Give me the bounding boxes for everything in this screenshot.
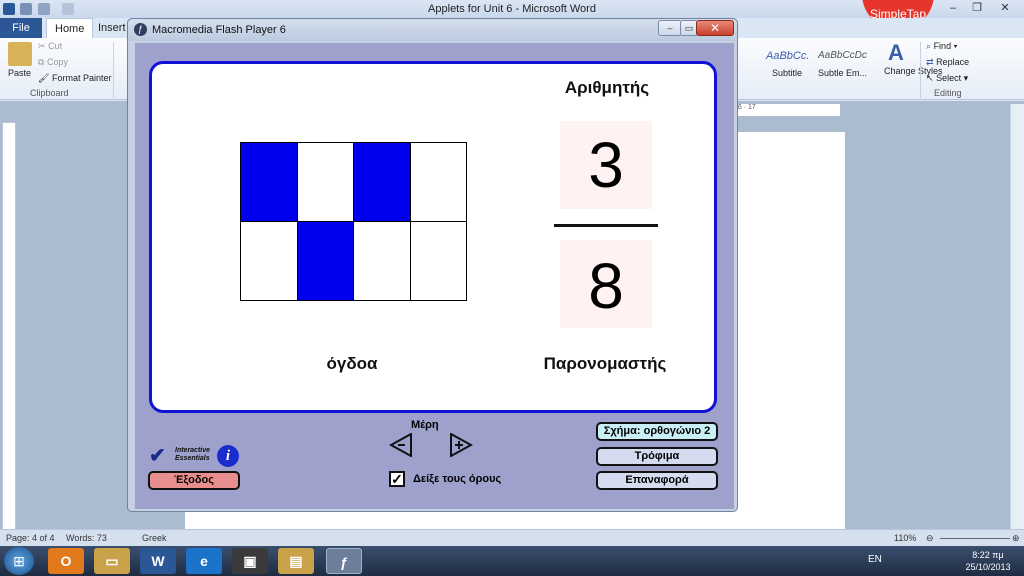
style-subtle-label: Subtle Em... — [818, 68, 868, 78]
brush-icon: 🖌 — [38, 73, 50, 83]
flash-player-window[interactable]: ƒ Macromedia Flash Player 6 – ▭ ✕ Αριθμη… — [127, 18, 738, 512]
zoom-in-icon[interactable]: ⊕ — [1012, 533, 1020, 544]
grid-cell-filled[interactable] — [240, 142, 298, 222]
paste-button[interactable]: Paste — [8, 68, 31, 78]
denominator-box: 8 — [560, 240, 652, 328]
binoculars-icon: ⌕ — [926, 41, 932, 51]
zoom-slider[interactable] — [940, 538, 1010, 539]
logo-line2: Essentials — [175, 455, 210, 462]
replace-icon: ⇄ — [926, 57, 934, 67]
denominator-value: 8 — [588, 250, 624, 322]
style-subtitle-label: Subtitle — [772, 68, 803, 78]
increase-parts-button[interactable] — [449, 432, 474, 458]
numerator-label: Αριθμητής — [564, 78, 650, 97]
fraction-grid[interactable] — [240, 142, 467, 301]
flash-stage: Αριθμητής 3 8 όγδοα Παρονομαστής ✔ Inter… — [135, 43, 734, 509]
shape-button[interactable]: Σχήμα: ορθογώνιο 2 — [596, 422, 718, 441]
input-language[interactable]: EN — [868, 554, 882, 565]
logo-line1: Interactive — [175, 447, 211, 454]
find-button[interactable]: ⌕ Find ▾ — [926, 41, 957, 52]
outlook-icon[interactable]: O — [48, 548, 84, 574]
copy-icon: ⧉ — [38, 57, 45, 67]
cut-label: Cut — [48, 41, 63, 51]
grid-cell-filled[interactable] — [296, 221, 354, 301]
clock[interactable]: 8:22 πμ 25/10/2013 — [955, 549, 1021, 573]
word-count[interactable]: Words: 73 — [66, 533, 107, 543]
word-taskbar-icon[interactable]: W — [140, 548, 176, 574]
start-button[interactable]: ⊞ — [4, 547, 34, 575]
tab-home[interactable]: Home — [46, 18, 94, 38]
vertical-ruler — [2, 122, 16, 530]
grid-cell-empty[interactable] — [409, 142, 467, 222]
show-terms-label: Δείξε τους όρους — [413, 473, 502, 485]
flash-taskbar-icon[interactable]: ƒ — [326, 548, 362, 574]
reset-button[interactable]: Επαναφορά — [596, 471, 718, 490]
grid-cell-filled[interactable] — [353, 142, 411, 222]
ribbon-separator — [920, 42, 921, 98]
scissors-icon: ✂ — [38, 41, 46, 51]
denominator-label: Παρονομαστής — [543, 354, 667, 373]
find-label: Find — [933, 41, 952, 51]
zoom-out-icon[interactable]: ⊖ — [926, 533, 934, 544]
style-subtitle-preview[interactable]: AaBbCc. — [766, 50, 809, 62]
fraction-bar — [554, 224, 658, 227]
tab-file[interactable]: File — [0, 18, 42, 38]
zoom-level[interactable]: 110% — [894, 533, 916, 543]
select-button[interactable]: ↖ Select ▾ — [926, 73, 968, 84]
fraction-panel: Αριθμητής 3 8 όγδοα Παρονομαστής — [149, 61, 717, 413]
format-painter-label: Format Painter — [51, 73, 112, 83]
flash-title-bar[interactable]: ƒ Macromedia Flash Player 6 – ▭ ✕ — [128, 19, 737, 41]
paste-icon[interactable] — [8, 42, 32, 66]
horizontal-ruler: 15 · 16 · 17 — [720, 104, 840, 116]
replace-button[interactable]: ⇄ Replace — [926, 57, 969, 68]
grid-cell-empty[interactable] — [353, 221, 411, 301]
explorer-icon[interactable]: ▭ — [94, 548, 130, 574]
clipboard-group-label: Clipboard — [30, 88, 69, 98]
fraction-word: όγδοα — [326, 354, 378, 373]
numerator-value: 3 — [588, 129, 624, 201]
status-bar: Page: 4 of 4 Words: 73 Greek 110% ⊖ ⊕ — [0, 529, 1024, 546]
folder-icon[interactable]: ▤ — [278, 548, 314, 574]
arrow-left-icon — [388, 432, 412, 458]
internet-explorer-icon[interactable]: e — [186, 548, 222, 574]
language-indicator[interactable]: Greek — [142, 533, 167, 543]
page-count[interactable]: Page: 4 of 4 — [6, 533, 55, 543]
grid-cell-empty[interactable] — [296, 142, 354, 222]
cut-button[interactable]: ✂ Cut — [38, 41, 62, 52]
cursor-icon: ↖ — [926, 73, 934, 83]
flash-logo-icon: ƒ — [134, 23, 147, 36]
interactive-essentials-logo: Interactive Essentials — [175, 447, 210, 463]
flash-close-icon[interactable]: ✕ — [696, 20, 734, 36]
style-subtle-preview[interactable]: AaBbCcDc — [818, 50, 867, 61]
editing-group-label: Editing — [934, 88, 962, 98]
time: 8:22 πμ — [972, 550, 1004, 560]
vertical-scrollbar[interactable] — [1010, 104, 1024, 529]
grid-cell-empty[interactable] — [240, 221, 298, 301]
copy-button[interactable]: ⧉ Copy — [38, 57, 68, 68]
date: 25/10/2013 — [965, 562, 1011, 572]
food-button[interactable]: Τρόφιμα — [596, 447, 718, 466]
ribbon-separator — [113, 42, 114, 98]
change-styles-icon[interactable]: A — [888, 40, 904, 66]
flash-minimize-icon[interactable]: – — [658, 20, 682, 36]
arrow-right-icon — [450, 432, 474, 458]
checkmark-logo-icon: ✔ — [149, 445, 166, 467]
copy-label: Copy — [46, 57, 68, 67]
media-icon[interactable]: ▣ — [232, 548, 268, 574]
grid-cell-empty[interactable] — [409, 221, 467, 301]
show-terms-checkbox[interactable]: ✓ — [389, 471, 405, 487]
parts-label: Μέρη — [411, 419, 439, 431]
decrease-parts-button[interactable] — [388, 432, 413, 458]
exit-button[interactable]: Έξοδος — [148, 471, 240, 490]
numerator-box: 3 — [560, 121, 652, 209]
minimize-icon[interactable]: – — [942, 1, 964, 16]
close-icon[interactable]: ✕ — [990, 1, 1020, 16]
info-icon[interactable]: i — [217, 445, 239, 467]
replace-label: Replace — [936, 57, 970, 67]
select-label: Select — [936, 73, 962, 83]
maximize-icon[interactable]: ❐ — [966, 1, 988, 16]
format-painter-button[interactable]: 🖌 Format Painter — [38, 73, 111, 84]
flash-window-title: Macromedia Flash Player 6 — [152, 24, 286, 36]
